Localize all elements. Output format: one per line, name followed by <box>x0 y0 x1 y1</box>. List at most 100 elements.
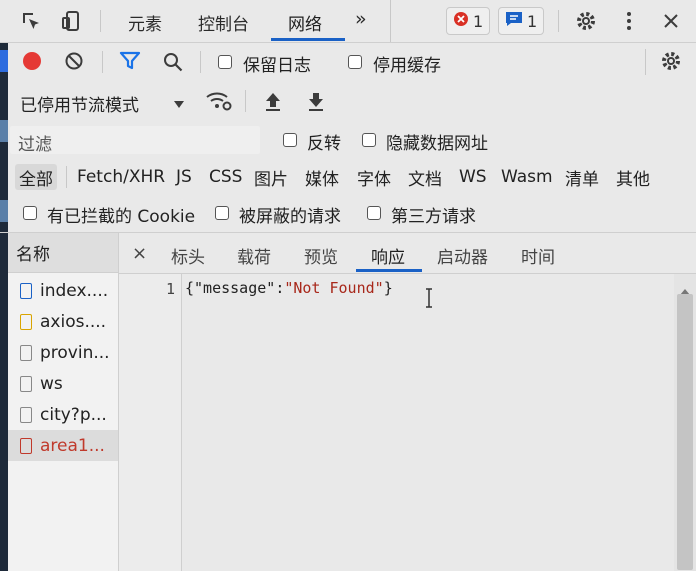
filter-type-wasm[interactable]: Wasm <box>501 164 553 190</box>
device-toolbar-icon[interactable] <box>58 8 84 34</box>
document-file-icon <box>20 282 32 299</box>
fetch-file-icon <box>20 344 32 361</box>
blocked-requests-label: 被屏蔽的请求 <box>239 207 341 227</box>
filter-type-doc[interactable]: 文档 <box>408 164 442 190</box>
active-detail-tab-indicator <box>356 269 422 272</box>
text-cursor-icon <box>424 288 434 313</box>
json-value: "Not Found" <box>284 279 384 297</box>
divider <box>100 10 101 32</box>
tab-console[interactable]: 控制台 <box>198 10 249 35</box>
filter-type-media[interactable]: 媒体 <box>305 164 339 190</box>
scrollbar-thumb[interactable] <box>677 294 693 570</box>
divider <box>390 0 391 42</box>
chevron-down-icon[interactable] <box>173 95 185 115</box>
divider <box>245 90 246 112</box>
script-file-icon <box>20 313 32 330</box>
invert-checkbox[interactable] <box>283 133 297 147</box>
filter-type-fetch-xhr[interactable]: Fetch/XHR <box>77 164 165 190</box>
third-party-checkbox[interactable] <box>367 206 381 220</box>
request-row[interactable]: index.... <box>8 275 118 306</box>
more-tabs-button[interactable]: » <box>355 8 367 30</box>
disable-cache-checkbox[interactable] <box>348 55 362 69</box>
message-icon <box>505 11 523 32</box>
disable-cache-label: 停用缓存 <box>373 56 441 76</box>
more-options-icon[interactable] <box>616 8 642 34</box>
tab-elements[interactable]: 元素 <box>128 10 162 35</box>
active-tab-indicator <box>271 38 345 41</box>
divider <box>558 10 559 32</box>
tab-preview[interactable]: 预览 <box>304 243 338 268</box>
request-name: axios.... <box>40 311 107 332</box>
detail-tabbar: × 标头 载荷 预览 响应 启动器 时间 <box>119 233 696 274</box>
request-row[interactable]: city?p... <box>8 399 118 430</box>
filter-type-js[interactable]: JS <box>176 164 192 190</box>
third-party-label: 第三方请求 <box>391 207 476 227</box>
invert-label: 反转 <box>307 134 341 154</box>
filter-input[interactable]: 过滤 <box>10 126 260 155</box>
tab-headers[interactable]: 标头 <box>171 243 205 268</box>
devtools-tabbar: 元素 控制台 网络 » 1 1 <box>0 0 696 43</box>
line-number-gutter: 1 <box>119 274 182 571</box>
json-colon: : <box>275 279 285 297</box>
divider <box>66 166 67 188</box>
filter-placeholder: 过滤 <box>18 135 52 155</box>
network-content: 名称 index.... axios.... provin... ws city… <box>0 233 696 571</box>
name-column-label: 名称 <box>16 245 50 265</box>
tab-timing[interactable]: 时间 <box>521 243 555 268</box>
response-body[interactable]: {"message":"Not Found"} <box>185 279 393 297</box>
request-row[interactable]: ws <box>8 368 118 399</box>
request-row-selected[interactable]: area1... <box>8 430 118 461</box>
vertical-scrollbar[interactable] <box>674 274 696 571</box>
websocket-file-icon <box>20 375 32 392</box>
message-count-badge[interactable]: 1 <box>498 7 545 35</box>
brace-close: } <box>383 279 393 297</box>
tab-initiator[interactable]: 启动器 <box>437 243 488 268</box>
import-har-upload-icon[interactable] <box>264 90 282 117</box>
filter-type-manifest[interactable]: 清单 <box>565 164 599 190</box>
inspect-element-icon[interactable] <box>18 8 44 34</box>
clear-icon[interactable] <box>64 51 84 76</box>
divider <box>645 49 646 75</box>
filter-icon[interactable] <box>119 51 141 76</box>
request-detail-panel: × 标头 载荷 预览 响应 启动器 时间 1 {"message":"Not F… <box>119 233 696 571</box>
request-name: area1... <box>40 435 105 456</box>
request-name: city?p... <box>40 404 107 425</box>
search-icon[interactable] <box>162 51 184 78</box>
tab-payload[interactable]: 载荷 <box>237 243 271 268</box>
network-conditions-wifi-icon[interactable] <box>205 90 233 117</box>
blocked-cookies-checkbox[interactable] <box>23 206 37 220</box>
throttle-toolbar: 已停用节流模式 <box>0 82 696 120</box>
fetch-file-icon <box>20 406 32 423</box>
filter-type-img[interactable]: 图片 <box>254 164 288 190</box>
network-settings-gear-icon[interactable] <box>660 50 682 77</box>
close-detail-icon[interactable]: × <box>132 243 147 264</box>
request-row[interactable]: provin... <box>8 337 118 368</box>
preserve-log-checkbox[interactable] <box>218 55 232 69</box>
hide-data-urls-checkbox[interactable] <box>362 133 376 147</box>
filter-type-other[interactable]: 其他 <box>616 164 650 190</box>
filter-type-font[interactable]: 字体 <box>357 164 391 190</box>
error-count-badge[interactable]: 1 <box>446 7 491 35</box>
blocked-requests-checkbox[interactable] <box>215 206 229 220</box>
error-count: 1 <box>473 11 484 31</box>
close-devtools-icon[interactable] <box>658 8 684 34</box>
resource-type-filter-bar: 全部 Fetch/XHR JS CSS 图片 媒体 字体 文档 WS Wasm … <box>0 160 696 194</box>
filter-type-css[interactable]: CSS <box>209 164 242 190</box>
line-number: 1 <box>165 280 175 298</box>
error-icon <box>453 11 469 32</box>
throttling-select[interactable]: 已停用节流模式 <box>20 91 139 116</box>
preserve-log-label: 保留日志 <box>243 56 311 76</box>
request-filter-options: 有已拦截的 Cookie 被屏蔽的请求 第三方请求 <box>0 196 696 233</box>
tab-response[interactable]: 响应 <box>371 243 405 268</box>
tab-network[interactable]: 网络 <box>288 10 322 35</box>
record-button-icon[interactable] <box>23 52 41 70</box>
filter-type-ws[interactable]: WS <box>459 164 487 190</box>
json-key: "message" <box>194 279 276 297</box>
request-row[interactable]: axios.... <box>8 306 118 337</box>
request-name: index.... <box>40 280 109 301</box>
export-har-download-icon[interactable] <box>307 90 325 117</box>
request-list: 名称 index.... axios.... provin... ws city… <box>8 233 119 571</box>
filter-type-all[interactable]: 全部 <box>15 164 57 190</box>
name-column-header[interactable]: 名称 <box>8 233 118 273</box>
settings-gear-icon[interactable] <box>573 8 599 34</box>
